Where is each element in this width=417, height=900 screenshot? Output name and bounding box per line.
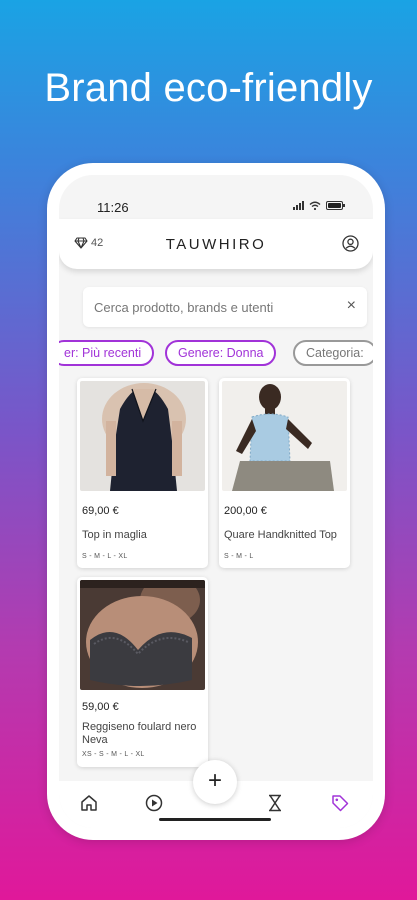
profile-icon: [342, 235, 359, 252]
play-icon: [145, 794, 163, 812]
filter-chip-sort[interactable]: er: Più recenti: [59, 340, 155, 366]
product-price: 200,00 €: [224, 505, 267, 517]
hourglass-icon: [269, 794, 281, 812]
product-image-bra: [80, 580, 205, 690]
home-indicator: [159, 818, 271, 821]
nav-home[interactable]: [80, 794, 98, 817]
signal-icon: [293, 201, 304, 210]
tag-icon: [332, 795, 349, 812]
app-logo: TAUWHIRO: [165, 236, 267, 253]
filter-chip-gender[interactable]: Genere: Donna: [165, 340, 277, 366]
status-icons: [293, 201, 345, 210]
wifi-icon: [309, 201, 321, 210]
search-bar: ×: [83, 287, 367, 327]
product-sizes: XS - S - M - L - XL: [82, 751, 145, 758]
search-input[interactable]: [83, 287, 323, 327]
home-icon: [81, 795, 97, 811]
product-title: Top in maglia: [82, 529, 147, 541]
product-price: 59,00 €: [82, 701, 119, 713]
filter-chip-category[interactable]: Categoria:: [293, 340, 373, 366]
product-price: 69,00 €: [82, 505, 119, 517]
product-title: Quare Handknitted Top: [224, 529, 337, 541]
nav-challenges[interactable]: [267, 794, 283, 817]
app-screen: 11:26 42 TAUWHIRO Cerca prodotto, brands…: [59, 175, 373, 828]
product-card[interactable]: 59,00 € Reggiseno foulard nero Neva XS -…: [77, 577, 208, 767]
add-button[interactable]: +: [193, 760, 237, 804]
product-card[interactable]: 200,00 € Quare Handknitted Top S - M - L: [219, 378, 350, 568]
app-header: 42 TAUWHIRO: [59, 219, 373, 269]
status-time: 11:26: [97, 200, 129, 215]
nav-videos[interactable]: [145, 794, 163, 817]
filter-chips: er: Più recenti Genere: Donna Categoria:: [59, 340, 373, 366]
product-card[interactable]: 69,00 € Top in maglia S - M - L - XL: [77, 378, 208, 568]
product-sizes: S - M - L - XL: [82, 553, 128, 560]
product-image-handknitted-top: [222, 381, 347, 491]
battery-icon: [326, 201, 345, 210]
profile-button[interactable]: [342, 235, 359, 257]
phone-frame: 11:26 42 TAUWHIRO Cerca prodotto, brands…: [47, 163, 385, 840]
headline: Brand eco-friendly: [44, 66, 373, 110]
nav-shop[interactable]: [331, 794, 349, 817]
product-title: Reggiseno foulard nero Neva: [82, 721, 197, 746]
product-sizes: S - M - L: [224, 553, 254, 560]
clear-search-icon[interactable]: ×: [347, 297, 356, 315]
product-image-knit-top: [80, 381, 205, 491]
